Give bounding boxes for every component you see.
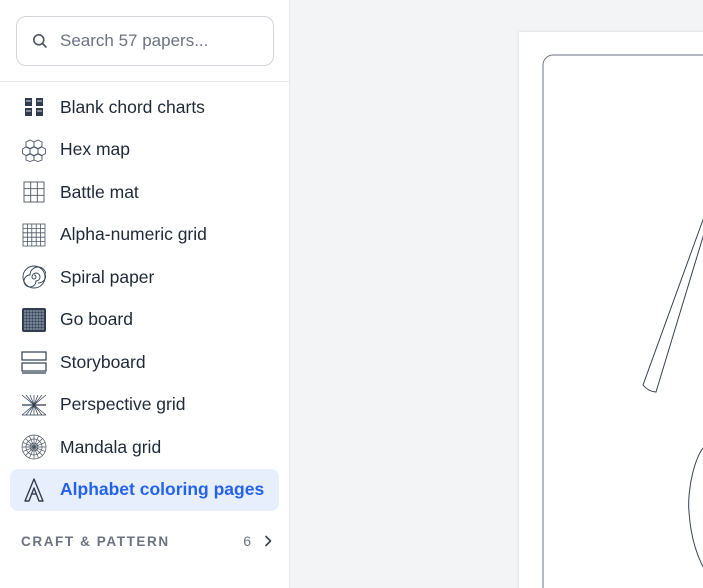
sidebar-item-mandala-grid[interactable]: Mandala grid <box>10 426 279 469</box>
battle-mat-icon <box>20 179 47 206</box>
sidebar-item-label: Spiral paper <box>60 266 155 287</box>
sidebar-item-perspective-grid[interactable]: Perspective grid <box>10 384 279 427</box>
letter-a-outline <box>542 54 703 588</box>
letter-a-icon <box>20 476 47 503</box>
paper-preview <box>519 32 703 588</box>
sidebar-item-label: Alphabet coloring pages <box>60 479 265 500</box>
chord-chart-icon <box>20 94 47 121</box>
sidebar-item-alphabet-coloring-pages[interactable]: Alphabet coloring pages <box>10 468 279 511</box>
sidebar-item-go-board[interactable]: Go board <box>10 299 279 342</box>
sidebar-item-battle-mat[interactable]: Battle mat <box>10 171 279 214</box>
chevron-right-icon <box>263 535 273 547</box>
spiral-icon <box>20 264 47 291</box>
alpha-numeric-grid-icon <box>20 221 47 248</box>
sidebar-item-blank-chord-charts[interactable]: Blank chord charts <box>10 86 279 129</box>
mandala-icon <box>20 434 47 461</box>
sidebar-item-label: Mandala grid <box>60 436 162 457</box>
perspective-grid-icon <box>20 391 47 418</box>
sidebar-item-hex-map[interactable]: Hex map <box>10 129 279 172</box>
sidebar-item-storyboard[interactable]: Storyboard <box>10 341 279 384</box>
search-icon <box>32 33 48 49</box>
storyboard-icon <box>20 349 47 376</box>
sidebar-item-label: Perspective grid <box>60 394 186 415</box>
hex-map-icon <box>20 136 47 163</box>
section-label: CRAFT & PATTERN <box>21 533 170 549</box>
paper-list: Blank chord charts Hex map Battle mat Al… <box>10 86 279 511</box>
section-count: 6 <box>243 533 251 549</box>
sidebar-item-alpha-numeric-grid[interactable]: Alpha-numeric grid <box>10 214 279 257</box>
sidebar-item-label: Alpha-numeric grid <box>60 224 207 245</box>
go-board-icon <box>20 306 47 333</box>
sidebar: Blank chord charts Hex map Battle mat Al… <box>0 0 290 588</box>
sidebar-item-label: Go board <box>60 309 133 330</box>
sidebar-item-label: Battle mat <box>60 181 139 202</box>
sidebar-item-label: Hex map <box>60 139 131 160</box>
sidebar-item-label: Storyboard <box>60 351 146 372</box>
section-craft-pattern[interactable]: CRAFT & PATTERN 6 <box>21 528 273 554</box>
search-box[interactable] <box>16 16 274 66</box>
search-input[interactable] <box>60 31 260 51</box>
sidebar-item-label: Blank chord charts <box>60 96 205 117</box>
sidebar-item-spiral-paper[interactable]: Spiral paper <box>10 256 279 299</box>
sidebar-divider <box>0 81 289 82</box>
